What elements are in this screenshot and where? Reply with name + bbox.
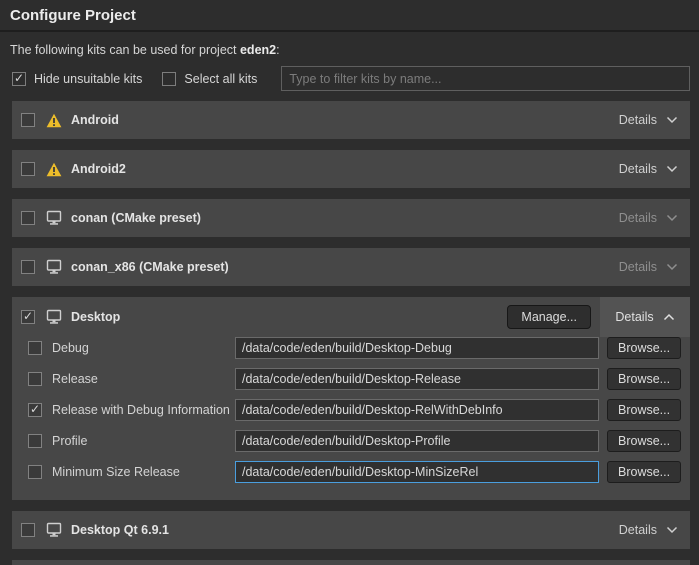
kit-name: conan (CMake preset) <box>71 211 201 225</box>
browse-button[interactable]: Browse... <box>607 430 681 452</box>
kit-list: ✓ Android Details ✓ Android2 Details ✓ <box>0 101 699 565</box>
checkbox-box[interactable]: ✓ <box>162 72 176 86</box>
intro-suffix: : <box>276 43 279 57</box>
kit-row-desktop[interactable]: ✓ Desktop Manage... Details <box>12 297 690 337</box>
build-config-row-release: ✓ Release Browse... <box>12 368 681 390</box>
build-config-row-relwithdebinfo: ✓ Release with Debug Information Browse.… <box>12 399 681 421</box>
kit-section-desktop: ✓ Desktop Manage... Details ✓ Debug Brow… <box>12 297 690 500</box>
details-button: Details <box>619 211 678 225</box>
build-config-checkbox[interactable]: ✓ <box>28 372 42 386</box>
desktop-icon <box>46 210 62 226</box>
build-config-checkbox[interactable]: ✓ <box>28 434 42 448</box>
kit-name: Android <box>71 113 119 127</box>
build-path-input[interactable] <box>235 399 599 421</box>
details-button-expanded[interactable]: Details <box>600 297 690 337</box>
kit-row-android2[interactable]: ✓ Android2 Details <box>12 150 690 188</box>
chevron-up-icon <box>663 313 675 321</box>
kit-checkbox[interactable]: ✓ <box>21 523 35 537</box>
select-all-kits-checkbox[interactable]: ✓ Select all kits <box>162 72 257 86</box>
details-button[interactable]: Details <box>619 113 678 127</box>
chevron-down-icon <box>666 214 678 222</box>
warning-icon <box>45 162 62 177</box>
details-button[interactable]: Details <box>619 162 678 176</box>
chevron-down-icon <box>666 526 678 534</box>
build-config-checkbox[interactable]: ✓ <box>28 403 42 417</box>
kit-checkbox[interactable]: ✓ <box>21 260 35 274</box>
hide-unsuitable-kits-label: Hide unsuitable kits <box>34 72 142 86</box>
page-title: Configure Project <box>0 0 699 32</box>
chevron-down-icon <box>666 263 678 271</box>
kit-row-conan-x86[interactable]: ✓ conan_x86 (CMake preset) Details <box>12 248 690 286</box>
kit-checkbox[interactable]: ✓ <box>21 113 35 127</box>
chevron-down-icon <box>666 165 678 173</box>
kit-name: Desktop <box>71 310 120 324</box>
kit-row-desktop-qt[interactable]: ✓ Desktop Qt 6.9.1 Details <box>12 511 690 549</box>
browse-button[interactable]: Browse... <box>607 337 681 359</box>
build-config-label: Debug <box>52 341 235 355</box>
build-config-label: Release with Debug Information <box>52 403 235 417</box>
desktop-icon <box>45 309 62 325</box>
build-config-label: Release <box>52 372 235 386</box>
manage-button[interactable]: Manage... <box>507 305 591 329</box>
project-name: eden2 <box>240 43 276 57</box>
kit-checkbox[interactable]: ✓ <box>21 162 35 176</box>
intro-text: The following kits can be used for proje… <box>10 43 689 57</box>
chevron-down-icon <box>666 116 678 124</box>
build-config-row-profile: ✓ Profile Browse... <box>12 430 681 452</box>
build-config-row-debug: ✓ Debug Browse... <box>12 337 681 359</box>
details-button[interactable]: Details <box>619 523 678 537</box>
details-button: Details <box>619 260 678 274</box>
desktop-icon <box>46 259 62 275</box>
chevron-up-icon <box>663 310 675 324</box>
warning-icon <box>46 113 62 128</box>
build-config-checkbox[interactable]: ✓ <box>28 341 42 355</box>
chevron-down-icon <box>666 526 678 534</box>
warning-icon <box>45 113 62 128</box>
kit-name: Desktop Qt 6.9.1 <box>71 523 169 537</box>
kit-name: Android2 <box>71 162 126 176</box>
chevron-down-icon <box>666 116 678 124</box>
build-path-input[interactable] <box>235 430 599 452</box>
browse-button[interactable]: Browse... <box>607 399 681 421</box>
build-path-input-focused[interactable] <box>235 461 599 483</box>
select-all-kits-label: Select all kits <box>184 72 257 86</box>
kit-checkbox[interactable]: ✓ <box>21 310 35 324</box>
build-config-label: Profile <box>52 434 235 448</box>
build-config-label: Minimum Size Release <box>52 465 235 479</box>
chevron-down-icon <box>666 165 678 173</box>
chevron-down-icon <box>666 263 678 271</box>
intro-prefix: The following kits can be used for proje… <box>10 43 240 57</box>
checkbox-box[interactable]: ✓ <box>12 72 26 86</box>
desktop-icon <box>46 309 62 325</box>
kit-filter-input[interactable] <box>281 66 690 91</box>
build-config-checkbox[interactable]: ✓ <box>28 465 42 479</box>
kit-row-partial <box>12 560 690 565</box>
kit-name: conan_x86 (CMake preset) <box>71 260 229 274</box>
desktop-icon <box>45 522 62 538</box>
build-path-input[interactable] <box>235 368 599 390</box>
hide-unsuitable-kits-checkbox[interactable]: ✓ Hide unsuitable kits <box>12 72 142 86</box>
kit-row-conan[interactable]: ✓ conan (CMake preset) Details <box>12 199 690 237</box>
build-config-row-minsizerel: ✓ Minimum Size Release Browse... <box>12 461 681 483</box>
chevron-down-icon <box>666 214 678 222</box>
kit-checkbox[interactable]: ✓ <box>21 211 35 225</box>
desktop-icon <box>45 210 62 226</box>
browse-button[interactable]: Browse... <box>607 368 681 390</box>
filter-bar: ✓ Hide unsuitable kits ✓ Select all kits <box>12 66 690 91</box>
desktop-icon <box>45 259 62 275</box>
desktop-icon <box>46 522 62 538</box>
build-path-input[interactable] <box>235 337 599 359</box>
kit-row-android[interactable]: ✓ Android Details <box>12 101 690 139</box>
warning-icon <box>46 162 62 177</box>
browse-button[interactable]: Browse... <box>607 461 681 483</box>
